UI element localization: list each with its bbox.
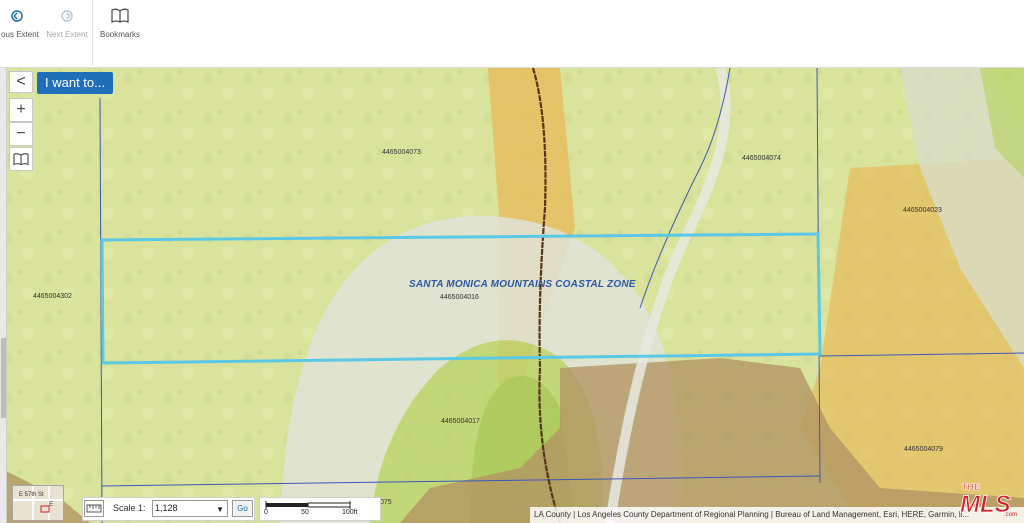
- parcel-label-4465004302[interactable]: 4465004302: [33, 293, 72, 300]
- bookmarks-label: Bookmarks: [99, 30, 140, 39]
- scale-label: Scale 1:: [113, 503, 146, 513]
- scale-bar-tick-100ft: 100ft: [342, 509, 358, 516]
- scale-bar-tick-50: 50: [301, 509, 309, 516]
- chevron-left-icon: <: [16, 73, 26, 90]
- ruler-icon: [86, 504, 102, 513]
- overview-direction-label: E: [49, 502, 54, 508]
- scale-go-button[interactable]: Go: [232, 500, 253, 517]
- mls-logo-graphic: THE MLS .com: [960, 482, 1017, 519]
- toolbar-separator: [92, 0, 93, 66]
- previous-extent-label: ous Extent: [1, 30, 39, 39]
- next-extent-button[interactable]: Next Extent: [44, 6, 90, 62]
- next-extent-label: Next Extent: [46, 30, 88, 39]
- zoom-in-button[interactable]: +: [9, 98, 33, 122]
- parcel-label-4465004017[interactable]: 4465004017: [441, 418, 480, 425]
- overview-street-label: E 57th St: [19, 492, 44, 498]
- next-extent-icon: [61, 10, 73, 22]
- mls-logo: THE MLS .com: [960, 478, 1020, 519]
- map-canvas[interactable]: 4465004073 4465004074 4465004023 4465004…: [0, 68, 1024, 523]
- scale-value: 1,128: [155, 503, 178, 513]
- scale-bar-tick-0: 0: [264, 509, 268, 516]
- zoom-out-button[interactable]: −: [9, 122, 33, 146]
- parcel-label-4465004073[interactable]: 4465004073: [382, 149, 421, 156]
- bookmarks-button[interactable]: Bookmarks: [98, 6, 142, 62]
- book-icon: [13, 153, 29, 166]
- overview-map[interactable]: E 57th St E: [12, 485, 64, 521]
- chevron-down-icon: ▼: [216, 505, 224, 514]
- scale-bar: [259, 497, 381, 521]
- previous-extent-icon: [11, 10, 23, 22]
- parcel-label-4465004016[interactable]: 4465004016: [440, 294, 479, 301]
- previous-extent-button[interactable]: ous Extent: [0, 6, 40, 62]
- rail-resize-handle[interactable]: [1, 338, 6, 418]
- scale-bar-graphic: [265, 501, 351, 509]
- parcel-label-4465004074[interactable]: 4465004074: [742, 155, 781, 162]
- svg-text:.com: .com: [1004, 512, 1017, 518]
- coastal-zone-label: SANTA MONICA MOUNTAINS COASTAL ZONE: [409, 279, 636, 290]
- parcel-label-4465004023[interactable]: 4465004023: [903, 207, 942, 214]
- book-icon: [111, 8, 129, 24]
- collapse-panel-button[interactable]: <: [9, 71, 33, 93]
- i-want-to-button[interactable]: I want to...: [37, 72, 113, 94]
- plus-icon: +: [16, 101, 26, 118]
- minus-icon: −: [16, 125, 26, 142]
- scale-toggle-button[interactable]: [84, 500, 104, 517]
- map-attribution: LA County | Los Angeles County Departmen…: [530, 507, 1024, 523]
- bookmarks-map-button[interactable]: [9, 147, 33, 171]
- scale-select[interactable]: 1,128 ▼: [152, 500, 228, 517]
- map-layers: [0, 68, 1024, 523]
- parcel-label-4465004079[interactable]: 4465004079: [904, 446, 943, 453]
- toolbar: ous Extent Next Extent Bookmarks: [0, 0, 1024, 68]
- left-panel-rail[interactable]: [0, 68, 7, 523]
